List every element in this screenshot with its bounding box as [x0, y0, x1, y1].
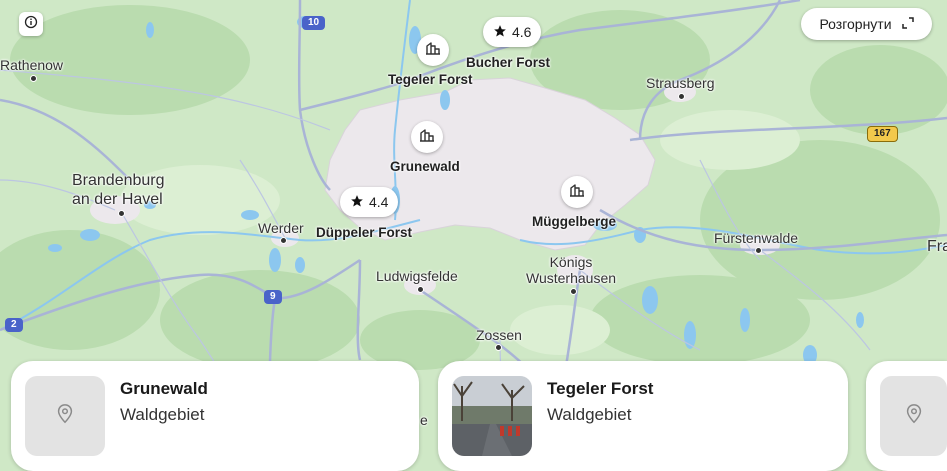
location-pin-icon [903, 403, 925, 430]
pin-label-tegeler-forst[interactable]: Tegeler Forst [388, 72, 473, 87]
road-shield-167: 167 [867, 126, 898, 142]
expand-icon [901, 16, 914, 32]
card-thumbnail-photo [452, 376, 532, 456]
label-fra: Fra [927, 238, 947, 255]
pin-label-bucher-forst[interactable]: Bucher Forst [466, 55, 550, 70]
rating-value: 4.6 [512, 24, 532, 40]
dot-ludwigsfelde [417, 286, 424, 293]
card-subtitle: Waldgebiet [120, 405, 205, 424]
pin-label-mueggelberge[interactable]: Müggelberge [532, 214, 616, 229]
dot-fuerstenwalde [755, 247, 762, 254]
label-zossen: Zossen [476, 327, 522, 343]
pin-tegeler-forst[interactable] [417, 34, 449, 66]
result-card-tegeler-forst[interactable]: Tegeler Forst Waldgebiet [438, 361, 848, 471]
card-subtitle: Waldgebiet [547, 405, 632, 424]
star-icon [350, 194, 364, 211]
dot-werder [280, 237, 287, 244]
pin-grunewald[interactable] [411, 121, 443, 153]
label-fragment-e: e [420, 412, 428, 428]
dot-koenigs-wusterhausen [570, 288, 577, 295]
label-strausberg: Strausberg [646, 75, 715, 91]
dot-strausberg [678, 93, 685, 100]
pin-label-dueppeler-forst[interactable]: Düppeler Forst [316, 225, 412, 240]
card-title: Grunewald [120, 379, 208, 398]
label-werder: Werder [258, 220, 304, 236]
pin-label-grunewald[interactable]: Grunewald [390, 159, 460, 174]
dot-rathenow [30, 75, 37, 82]
rating-value: 4.4 [369, 194, 389, 210]
road-shield-9: 9 [264, 290, 282, 304]
forest-building-icon [425, 40, 441, 61]
pin-dueppeler-forst[interactable]: 4.4 [340, 187, 399, 217]
label-koenigs-wusterhausen: Königs Wusterhausen [526, 254, 617, 286]
dot-zossen [495, 344, 502, 351]
label-ludwigsfelde: Ludwigsfelde [376, 268, 458, 284]
card-thumbnail [25, 376, 105, 456]
card-thumbnail [880, 376, 947, 456]
road-shield-10: 10 [302, 16, 326, 30]
label-rathenow: Rathenow [0, 57, 64, 73]
pin-mueggelberge[interactable] [561, 176, 593, 208]
expand-label: Розгорнути [819, 16, 892, 32]
result-card-grunewald[interactable]: Grunewald Waldgebiet [11, 361, 419, 471]
label-brandenburg: Brandenburg an der Havel [72, 172, 165, 208]
card-title: Tegeler Forst [547, 379, 654, 398]
pin-bucher-forst[interactable]: 4.6 [483, 17, 542, 47]
expand-button[interactable]: Розгорнути [801, 8, 932, 40]
location-pin-icon [54, 403, 76, 430]
star-icon [493, 24, 507, 41]
info-icon [24, 15, 38, 34]
info-button[interactable] [19, 12, 43, 36]
forest-building-icon [419, 127, 435, 148]
label-fuerstenwalde: Fürstenwalde [714, 230, 799, 246]
forest-building-icon [569, 182, 585, 203]
road-shield-2: 2 [5, 318, 23, 332]
dot-brandenburg [118, 210, 125, 217]
result-card-partial[interactable] [866, 361, 947, 471]
